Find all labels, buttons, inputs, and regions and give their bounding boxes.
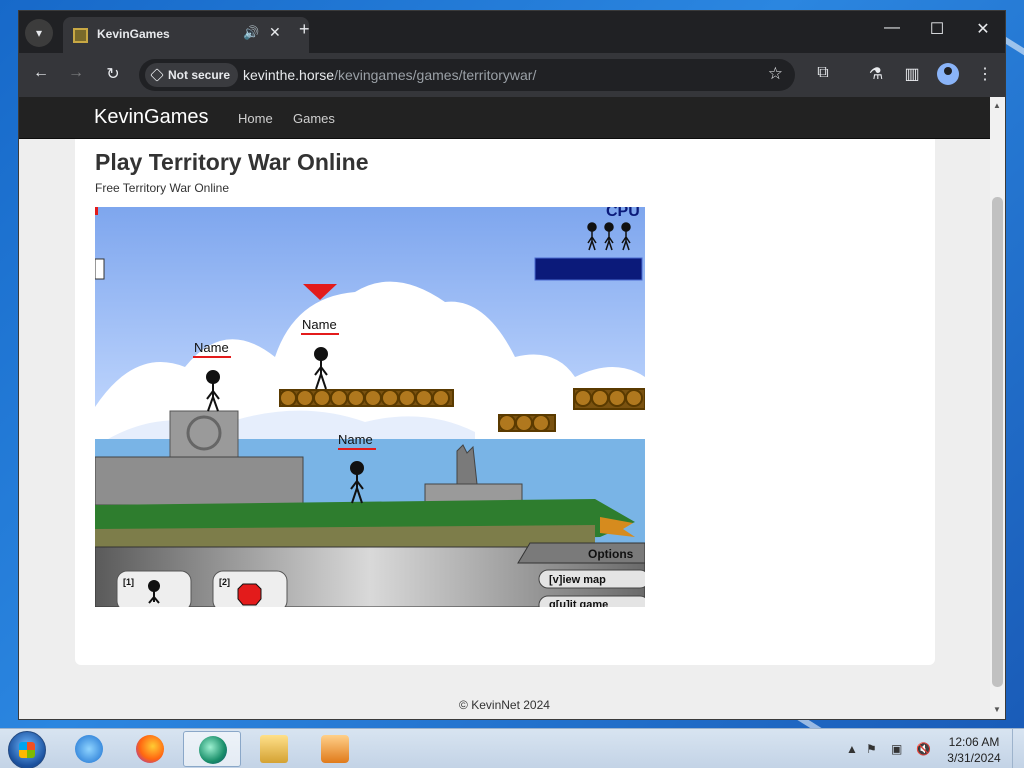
nav-link-home[interactable]: Home bbox=[238, 111, 273, 126]
url-text[interactable]: kevinthe.horse/kevingames/games/territor… bbox=[243, 67, 536, 83]
minimize-icon[interactable]: — bbox=[877, 19, 907, 37]
cpu-health-bar bbox=[534, 257, 643, 281]
wooden-platform bbox=[279, 389, 454, 407]
browser-window: ▾ KevinGames 🔊 ✕ + — ☐ ✕ ← → ↻ Not secur… bbox=[18, 10, 1006, 720]
scroll-up-arrow-icon[interactable]: ▲ bbox=[993, 101, 1001, 110]
forward-arrow-icon[interactable]: → bbox=[64, 64, 88, 82]
player-name-1: Name bbox=[194, 340, 229, 355]
tray-expand-icon[interactable]: ▲ bbox=[846, 742, 858, 756]
warning-icon bbox=[150, 68, 164, 82]
page-title: Play Territory War Online bbox=[95, 149, 369, 175]
url-host: kevinthe.horse bbox=[243, 67, 335, 83]
slot-1-label: [1] bbox=[123, 577, 134, 587]
wooden-platform bbox=[498, 414, 556, 432]
network-icon[interactable]: ▣ bbox=[891, 742, 902, 756]
taskbar-ie[interactable] bbox=[60, 731, 118, 767]
player-name-2: Name bbox=[302, 317, 337, 332]
site-brand[interactable]: KevinGames bbox=[94, 106, 209, 129]
internet-explorer-icon bbox=[75, 735, 103, 763]
tab-strip: ▾ KevinGames 🔊 ✕ + — ☐ ✕ bbox=[19, 11, 1005, 53]
stop-sign-icon bbox=[237, 583, 262, 606]
tab-kevingames[interactable]: KevinGames 🔊 ✕ bbox=[63, 17, 309, 53]
action-center-flag-icon[interactable]: ⚑ bbox=[866, 742, 877, 756]
scroll-down-arrow-icon[interactable]: ▼ bbox=[993, 705, 1001, 714]
bookmark-star-icon[interactable]: ☆ bbox=[768, 64, 783, 84]
options-label: Options bbox=[588, 547, 634, 561]
labs-flask-icon[interactable]: ⚗ bbox=[865, 64, 887, 84]
security-label: Not secure bbox=[168, 68, 231, 82]
page-footer: © KevinNet 2024 bbox=[459, 698, 550, 712]
reload-icon[interactable]: ↻ bbox=[101, 64, 125, 84]
cpu-label: CPU bbox=[606, 207, 640, 220]
game-canvas[interactable]: CPU Name Name Name Options [v]iew map q[… bbox=[95, 207, 645, 607]
back-arrow-icon[interactable]: ← bbox=[29, 64, 53, 82]
security-chip[interactable]: Not secure bbox=[145, 63, 239, 87]
nav-link-games[interactable]: Games bbox=[293, 111, 335, 126]
clock-date[interactable]: 3/31/2024 bbox=[944, 751, 1004, 765]
taskbar-firefox[interactable] bbox=[121, 731, 179, 767]
tab-search-button[interactable]: ▾ bbox=[25, 19, 53, 47]
taskbar-explorer[interactable] bbox=[245, 731, 303, 767]
extensions-icon[interactable]: ⧉ bbox=[812, 64, 834, 82]
page-subtitle: Free Territory War Online bbox=[95, 181, 230, 195]
new-tab-icon[interactable]: + bbox=[299, 19, 310, 40]
browser-icon bbox=[199, 736, 227, 764]
show-desktop-button[interactable] bbox=[1012, 729, 1024, 768]
clock-time[interactable]: 12:06 AM bbox=[944, 735, 1004, 749]
slot-2-label: [2] bbox=[219, 577, 230, 587]
close-window-icon[interactable]: ✕ bbox=[968, 19, 998, 39]
start-button[interactable] bbox=[8, 731, 46, 768]
address-bar[interactable]: Not secure kevinthe.horse/kevingames/gam… bbox=[139, 59, 795, 91]
profile-avatar-icon[interactable] bbox=[937, 63, 959, 85]
kebab-menu-icon[interactable]: ⋮ bbox=[974, 64, 996, 84]
firefox-icon bbox=[136, 735, 164, 763]
close-tab-icon[interactable]: ✕ bbox=[269, 24, 281, 41]
site-favicon-icon bbox=[73, 28, 88, 43]
view-map-label: [v]iew map bbox=[549, 574, 606, 586]
player-name-3: Name bbox=[338, 432, 373, 447]
maximize-icon[interactable]: ☐ bbox=[922, 19, 952, 39]
taskbar-media[interactable] bbox=[306, 731, 364, 767]
media-player-icon bbox=[321, 735, 349, 763]
taskbar: ▲ ⚑ ▣ 🔇 12:06 AM 3/31/2024 bbox=[0, 728, 1024, 768]
wooden-platform bbox=[573, 388, 645, 410]
site-navbar: KevinGames Home Games bbox=[19, 97, 990, 139]
taskbar-browser[interactable] bbox=[183, 731, 241, 767]
browser-toolbar: ← → ↻ Not secure kevinthe.horse/kevingam… bbox=[19, 53, 1005, 97]
game-scene: CPU Name Name Name Options [v]iew map q[… bbox=[95, 207, 645, 607]
page-viewport: Play Territory War Online Free Territory… bbox=[19, 97, 1005, 719]
top-left-marker bbox=[95, 207, 98, 215]
tab-title: KevinGames bbox=[97, 27, 170, 41]
quit-game-label: q[u]it game bbox=[549, 599, 608, 607]
scrollbar-thumb[interactable] bbox=[992, 197, 1003, 687]
side-panel-icon[interactable]: ▥ bbox=[901, 64, 923, 84]
left-cliff bbox=[95, 456, 304, 506]
speaker-icon[interactable]: 🔊 bbox=[243, 25, 259, 41]
volume-muted-icon[interactable]: 🔇 bbox=[916, 742, 931, 756]
url-path: /kevingames/games/territorywar/ bbox=[334, 67, 537, 83]
file-explorer-icon bbox=[260, 735, 288, 763]
page-scrollbar[interactable]: ▲ ▼ bbox=[990, 97, 1005, 719]
player-health-bar bbox=[95, 258, 105, 280]
